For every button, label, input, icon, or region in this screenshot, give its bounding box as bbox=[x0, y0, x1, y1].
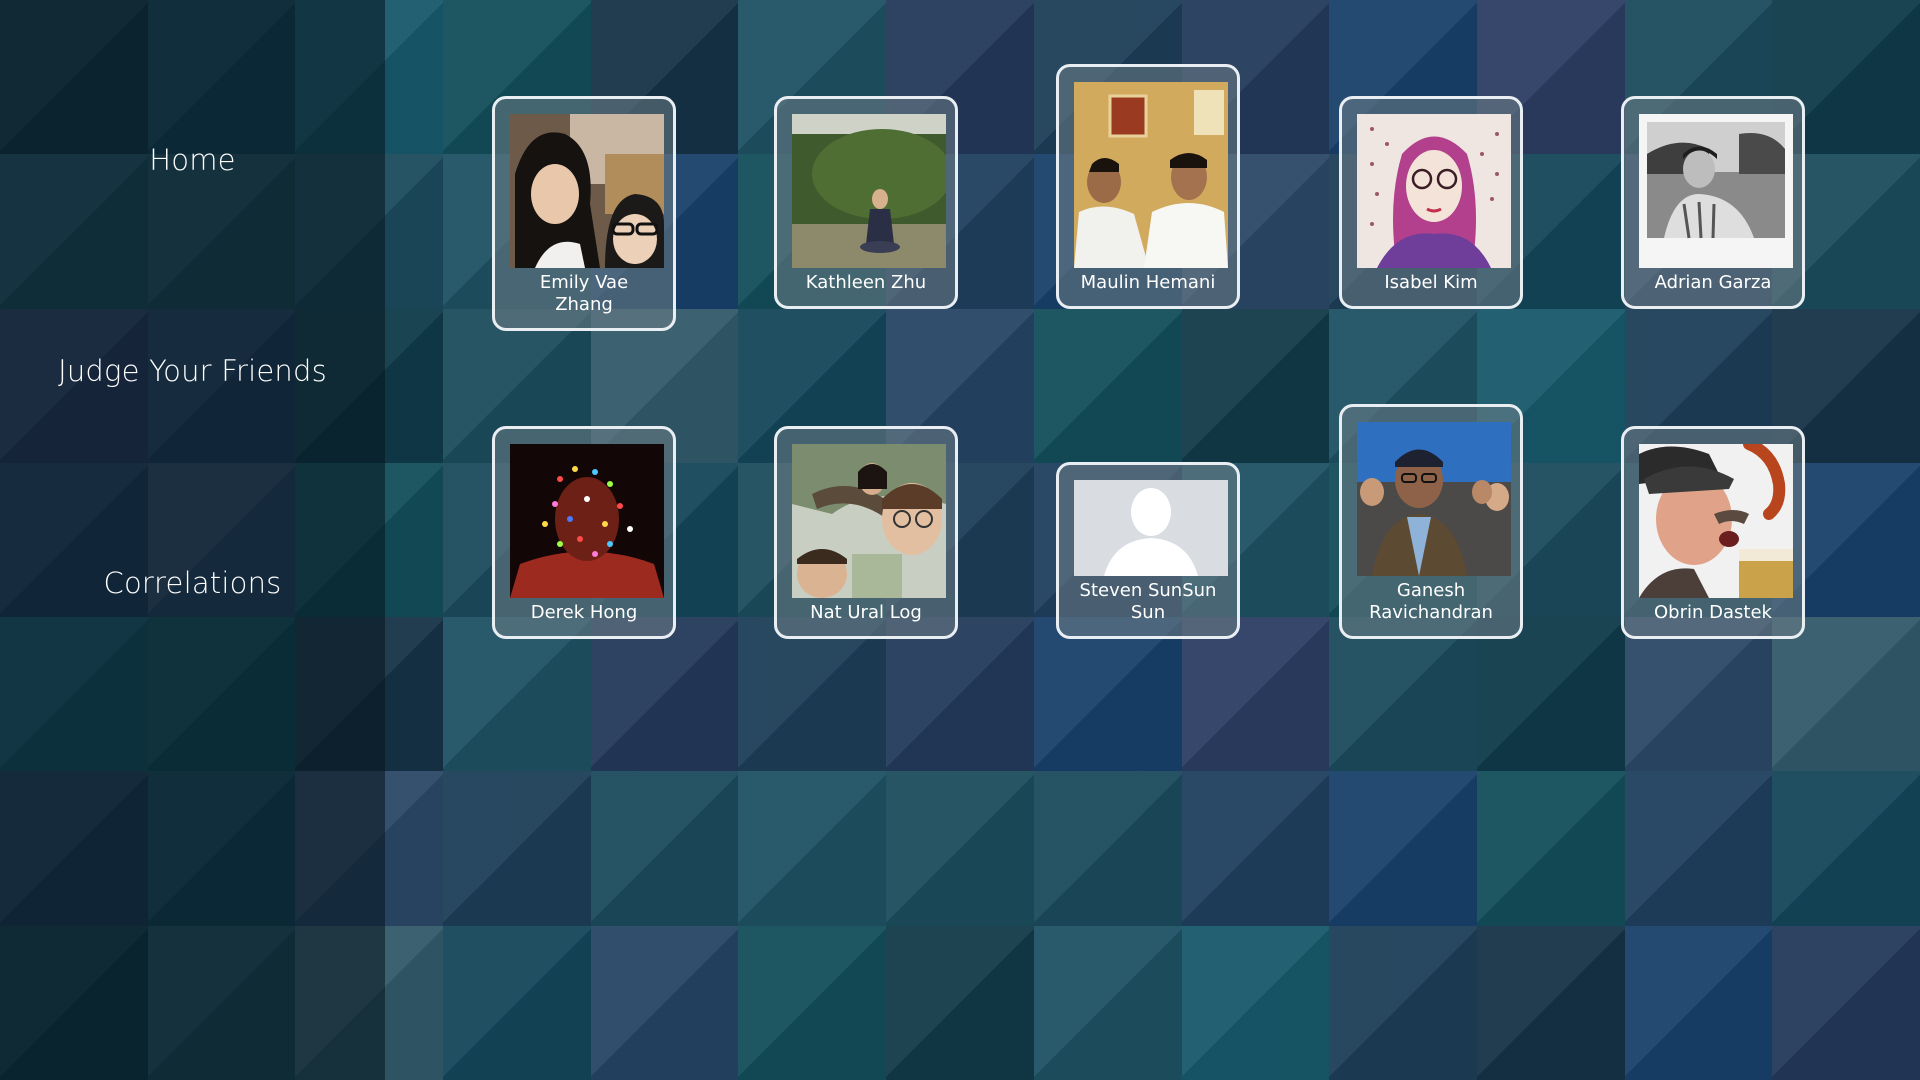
profile-photo bbox=[792, 114, 946, 268]
friends-grid: Emily Vae Zhang Kathleen Zhu Maulin Hema… bbox=[0, 0, 1920, 1080]
profile-photo bbox=[1357, 422, 1511, 576]
friend-name: Derek Hong bbox=[530, 602, 638, 623]
friend-card[interactable]: Isabel Kim bbox=[1339, 96, 1523, 309]
profile-photo bbox=[1639, 114, 1793, 268]
friend-name: Adrian Garza bbox=[1654, 272, 1772, 293]
friend-card[interactable]: Ganesh Ravichandran bbox=[1339, 404, 1523, 639]
friend-card[interactable]: Derek Hong bbox=[492, 426, 676, 639]
friend-name: Maulin Hemani bbox=[1080, 272, 1216, 293]
friend-card[interactable]: Maulin Hemani bbox=[1056, 64, 1240, 309]
default-avatar-icon bbox=[1074, 480, 1228, 576]
friend-name: Kathleen Zhu bbox=[805, 272, 927, 293]
friend-name: Obrin Dastek bbox=[1654, 602, 1772, 623]
friend-card[interactable]: Kathleen Zhu bbox=[774, 96, 958, 309]
friend-card[interactable]: Steven SunSun Sun bbox=[1056, 462, 1240, 639]
friend-name: Isabel Kim bbox=[1384, 272, 1478, 293]
friend-name: Steven SunSun Sun bbox=[1079, 580, 1217, 623]
friend-card[interactable]: Adrian Garza bbox=[1621, 96, 1805, 309]
profile-photo bbox=[1074, 82, 1228, 268]
profile-photo bbox=[510, 114, 664, 268]
friend-card[interactable]: Nat Ural Log bbox=[774, 426, 958, 639]
profile-photo bbox=[510, 444, 664, 598]
friend-name: Nat Ural Log bbox=[810, 602, 922, 623]
friend-name: Ganesh Ravichandran bbox=[1369, 580, 1493, 623]
profile-photo bbox=[1357, 114, 1511, 268]
friend-card[interactable]: Obrin Dastek bbox=[1621, 426, 1805, 639]
friend-name: Emily Vae Zhang bbox=[539, 272, 629, 315]
friend-card[interactable]: Emily Vae Zhang bbox=[492, 96, 676, 331]
profile-photo bbox=[1639, 444, 1793, 598]
profile-photo bbox=[792, 444, 946, 598]
